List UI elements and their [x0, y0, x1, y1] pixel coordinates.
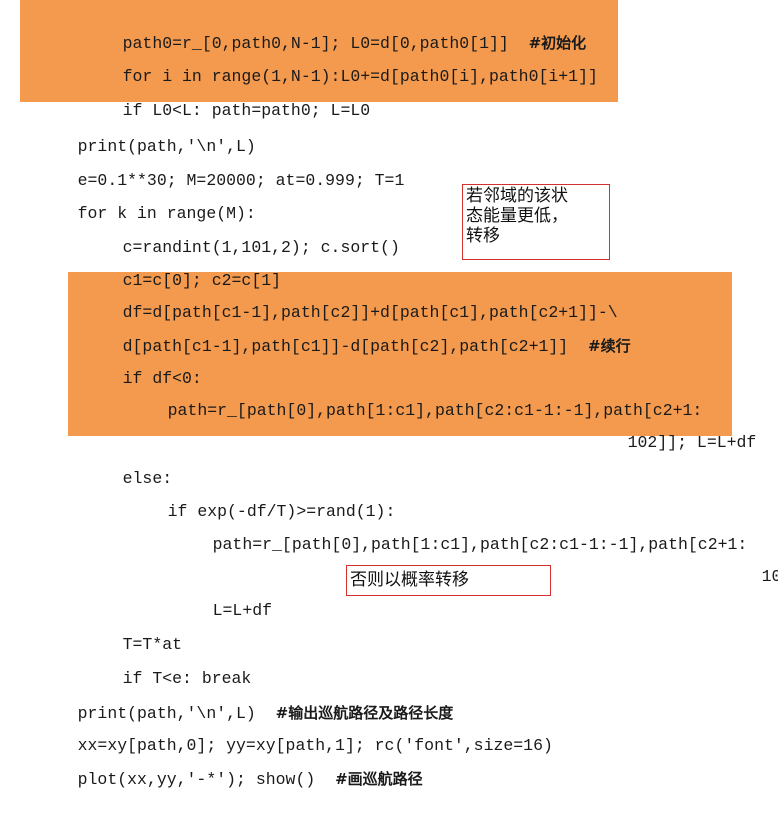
code-line: path=r_[path[0],path[1:c1],path[c2:c1-1:… — [212, 535, 748, 554]
code-line: c1=c[0]; c2=c[1] — [122, 271, 282, 290]
code-line: path=r_[path[0],path[1:c1],path[c2:c1-1:… — [167, 401, 703, 420]
code-line: L=L+df — [212, 601, 273, 620]
code-line: path0=r_[0,path0,N-1]; L0=d[0,path0[1]] … — [122, 34, 587, 53]
code-line: print(path,'\n',L) #输出巡航路径及路径长度 — [77, 704, 454, 723]
code-line: T=T*at — [122, 635, 183, 654]
code-line: for k in range(M): — [77, 204, 256, 223]
code-line: d[path[c1-1],path[c1]]-d[path[c2],path[c… — [122, 337, 631, 356]
code-line: c=randint(1,101,2); c.sort() — [122, 238, 400, 257]
code-line: else: — [122, 469, 173, 488]
code-line: for i in range(1,N-1):L0+=d[path0[i],pat… — [122, 67, 598, 86]
code-line: if T<e: break — [122, 669, 252, 688]
code-line: 102]]; L=L+df — [627, 433, 757, 452]
code-line: 102]] — [761, 567, 778, 586]
code-comment: #续行 — [588, 337, 631, 355]
annotation-probability: 否则以概率转移 — [346, 565, 551, 596]
code-line: if L0<L: path=path0; L=L0 — [122, 101, 371, 120]
code-line: xx=xy[path,0]; yy=xy[path,1]; rc('font',… — [77, 736, 553, 755]
code-line: plot(xx,yy,'-*'); show() #画巡航路径 — [77, 770, 423, 789]
code-line: if df<0: — [122, 369, 202, 388]
code-comment: #画巡航路径 — [335, 770, 423, 788]
annotation-lower-energy: 若邻域的该状 态能量更低， 转移 — [462, 184, 610, 260]
code-line: if exp(-df/T)>=rand(1): — [167, 502, 396, 521]
code-line: print(path,'\n',L) — [77, 137, 256, 156]
code-line: df=d[path[c1-1],path[c2]]+d[path[c1],pat… — [122, 303, 618, 322]
code-line: e=0.1**30; M=20000; at=0.999; T=1 — [77, 171, 405, 190]
